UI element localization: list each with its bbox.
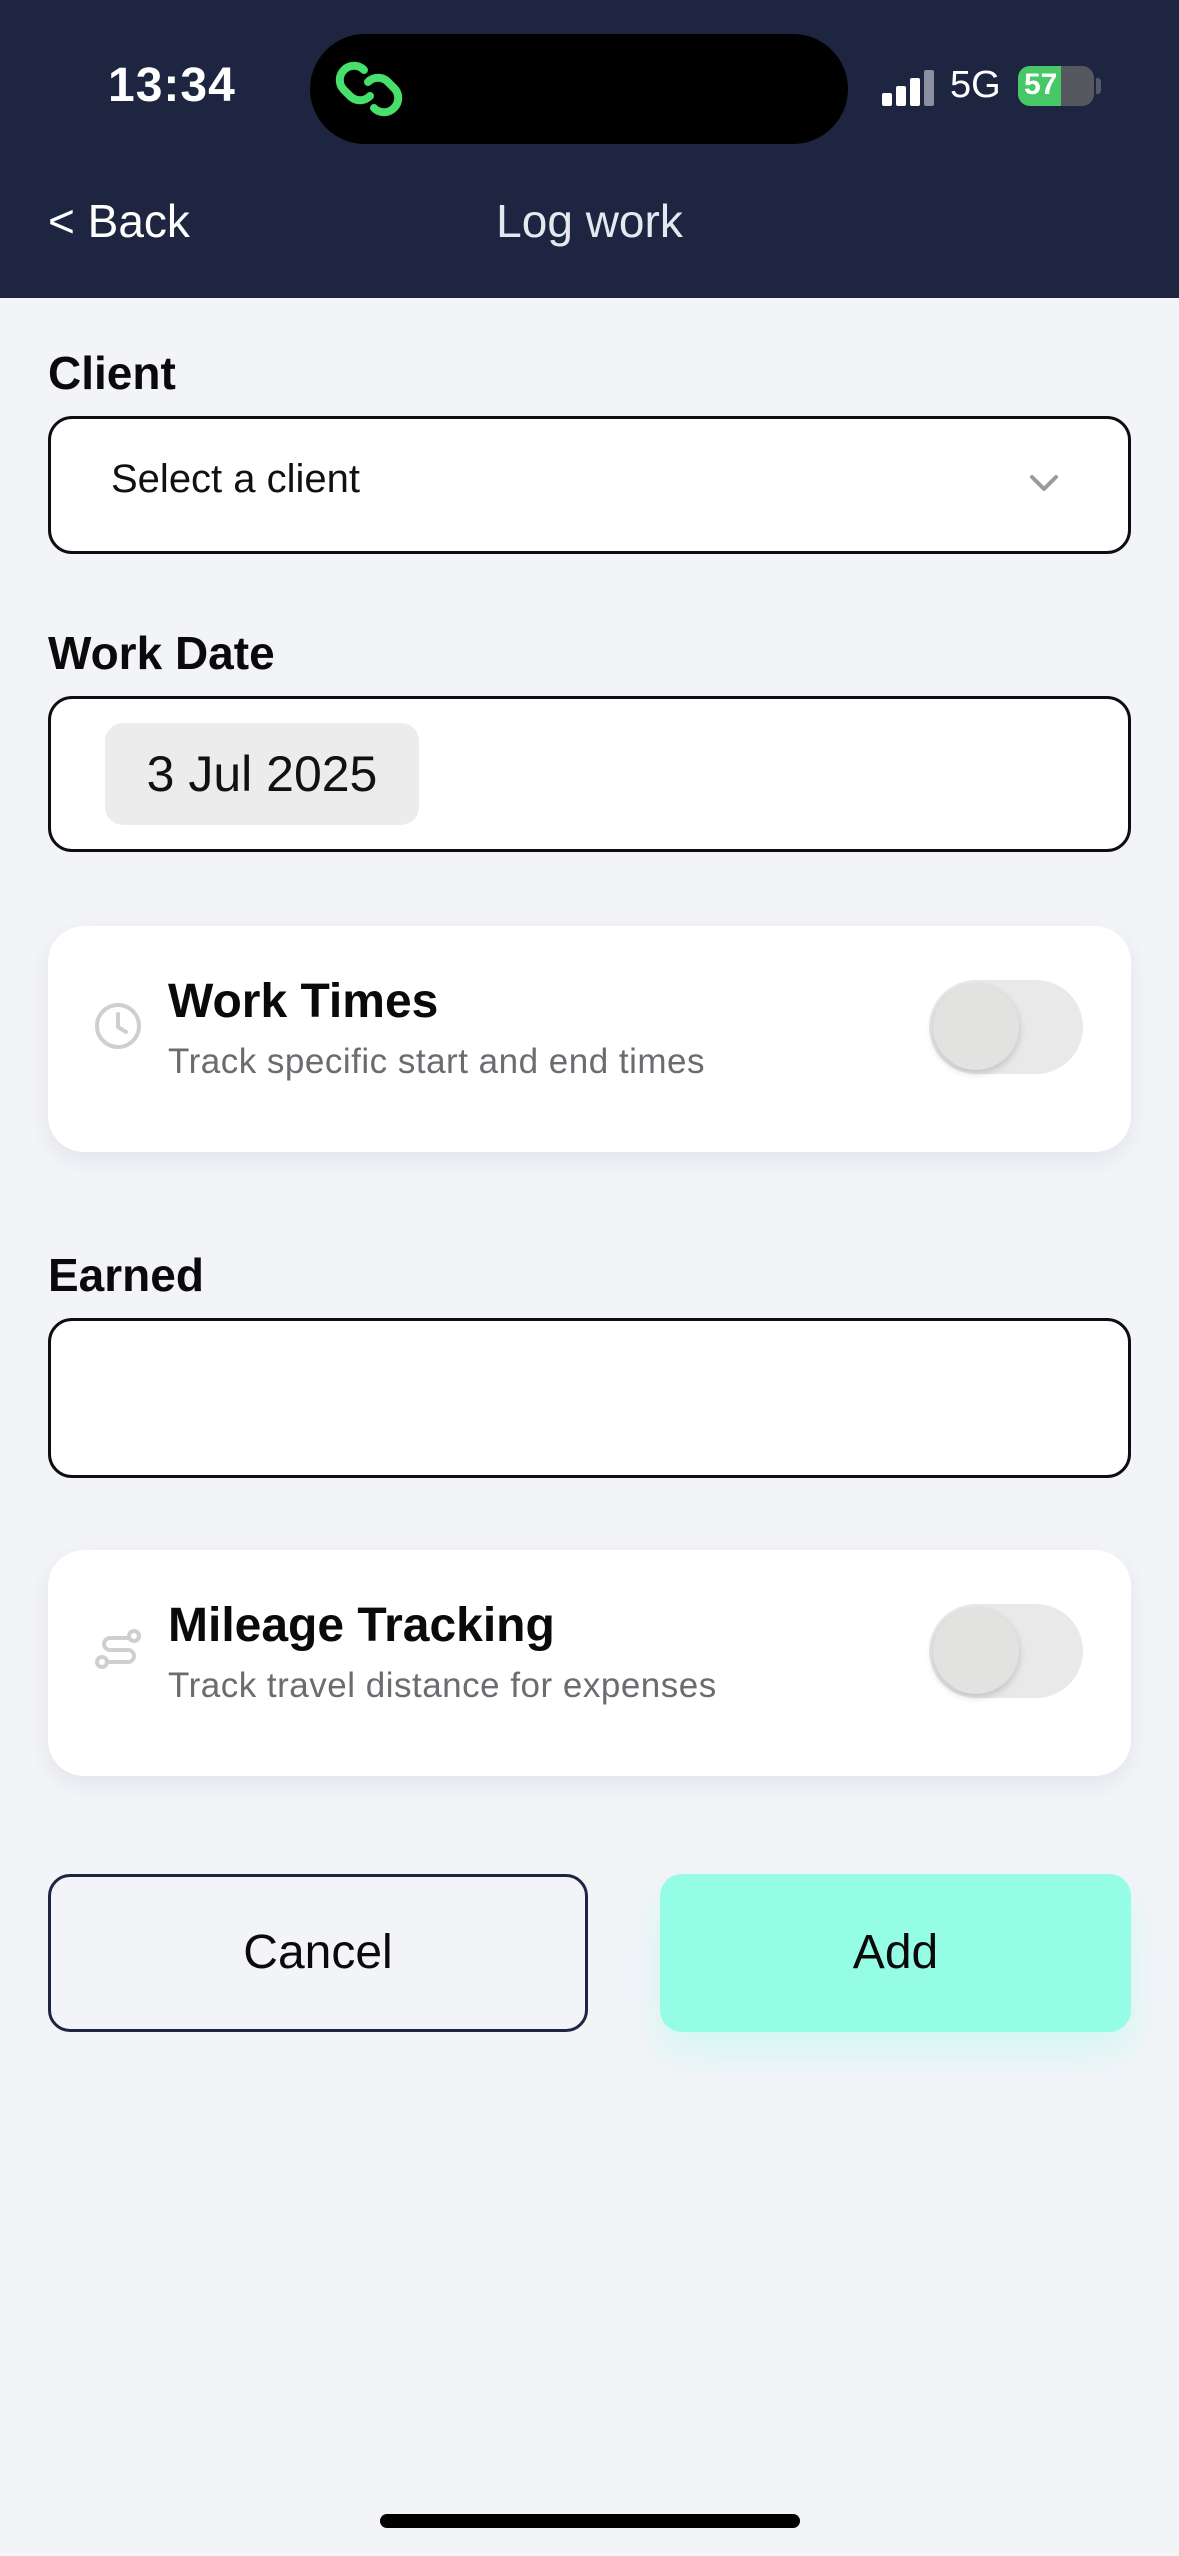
toggle-knob xyxy=(933,984,1019,1070)
network-type: 5G xyxy=(950,64,1001,106)
work-date-field: 3 Jul 2025 xyxy=(48,696,1131,852)
toggle-knob xyxy=(933,1608,1019,1694)
work-date-label: Work Date xyxy=(48,627,275,679)
client-select-value: Select a client xyxy=(111,457,361,501)
page-title: Log work xyxy=(496,195,683,247)
cancel-button[interactable]: Cancel xyxy=(48,1874,588,2032)
work-times-title: Work Times xyxy=(168,975,439,1028)
app-header: 13:34 5G 57 < Back Log work xyxy=(0,0,1179,298)
earned-input[interactable] xyxy=(48,1318,1131,1478)
add-button[interactable]: Add xyxy=(660,1874,1131,2032)
work-times-toggle[interactable] xyxy=(929,980,1083,1074)
battery-level: 57 xyxy=(1024,68,1058,101)
work-times-card: Work Times Track specific start and end … xyxy=(48,926,1131,1152)
dynamic-island xyxy=(310,34,848,144)
mileage-toggle[interactable] xyxy=(929,1604,1083,1698)
signal-strength-icon xyxy=(882,70,936,106)
mileage-tracking-card: Mileage Tracking Track travel distance f… xyxy=(48,1550,1131,1776)
battery-cap xyxy=(1096,78,1101,94)
mileage-subtitle: Track travel distance for expenses xyxy=(168,1666,717,1705)
client-label: Client xyxy=(48,347,176,399)
client-select[interactable]: Select a client xyxy=(48,416,1131,554)
work-times-subtitle: Track specific start and end times xyxy=(168,1042,706,1081)
chevron-down-icon xyxy=(1030,475,1058,491)
link-logo-icon xyxy=(335,61,403,117)
home-indicator xyxy=(380,2514,800,2528)
earned-label: Earned xyxy=(48,1249,204,1301)
route-icon xyxy=(95,1629,141,1669)
mileage-title: Mileage Tracking xyxy=(168,1599,555,1652)
battery-icon: 57 xyxy=(1018,66,1094,106)
status-time: 13:34 xyxy=(108,59,236,112)
clock-icon xyxy=(95,1003,141,1049)
work-date-picker[interactable]: 3 Jul 2025 xyxy=(105,723,419,825)
